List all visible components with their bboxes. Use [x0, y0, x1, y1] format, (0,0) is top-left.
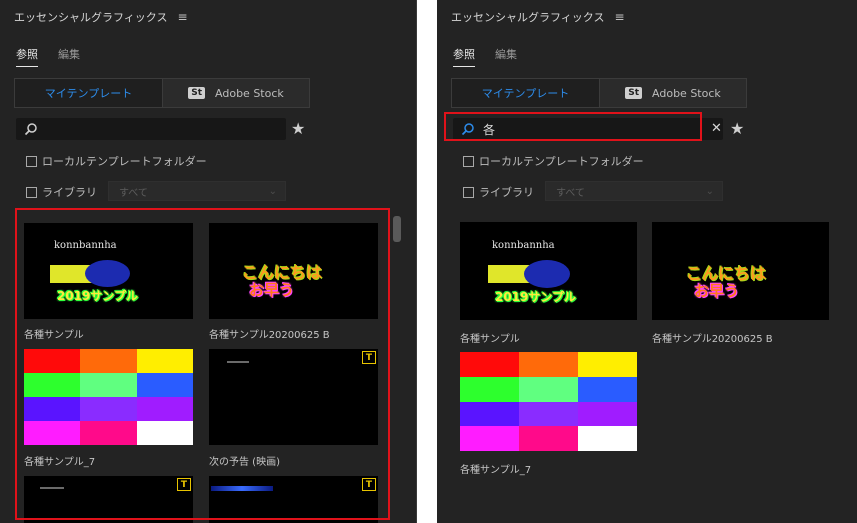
color-swatch: [460, 401, 519, 427]
color-swatch: [578, 376, 637, 402]
local-folder-checkbox[interactable]: [26, 155, 37, 167]
library-select-value: すべて: [556, 187, 585, 199]
library-select[interactable]: すべて ⌄: [108, 181, 286, 201]
source-switcher: マイテンプレート St Adobe Stock: [451, 78, 747, 108]
template-caption-1: 各種サンプル: [460, 334, 520, 345]
thumb-blue-ellipse: [524, 260, 570, 288]
panel-header: エッセンシャルグラフィックス ≡: [0, 0, 416, 34]
adobe-stock-button[interactable]: St Adobe Stock: [600, 79, 746, 107]
clear-search-icon[interactable]: ✕: [711, 121, 722, 136]
adobe-stock-icon: St: [625, 87, 643, 99]
favorites-star-icon[interactable]: ★: [291, 119, 305, 138]
library-checkbox[interactable]: [26, 186, 37, 198]
chevron-down-icon: ⌄: [268, 185, 277, 197]
library-select[interactable]: すべて ⌄: [545, 181, 723, 201]
color-swatch: [578, 401, 637, 427]
color-swatch: [578, 426, 637, 451]
thumb-text-ohayo: お早う: [694, 282, 740, 300]
library-checkbox-row[interactable]: ライブラリ: [26, 184, 97, 200]
color-swatch: [519, 426, 578, 451]
color-swatch: [519, 352, 578, 377]
color-swatch: [460, 426, 519, 451]
local-folder-checkbox-row[interactable]: ローカルテンプレートフォルダー: [26, 153, 207, 169]
panel-menu-icon[interactable]: ≡: [614, 10, 624, 24]
search-input[interactable]: [16, 118, 286, 140]
adobe-stock-icon: St: [188, 87, 206, 99]
tab-edit[interactable]: 編集: [58, 46, 80, 67]
panel-tabs: 参照 編集: [453, 46, 517, 67]
local-folder-label: ローカルテンプレートフォルダー: [479, 155, 644, 168]
essential-graphics-panel-right: エッセンシャルグラフィックス ≡ 参照 編集 マイテンプレート St Adobe…: [437, 0, 857, 523]
adobe-stock-label: Adobe Stock: [652, 86, 721, 100]
my-templates-button[interactable]: マイテンプレート: [452, 79, 600, 107]
tab-browse[interactable]: 参照: [453, 46, 475, 67]
divider-gap: [418, 0, 437, 523]
local-folder-label: ローカルテンプレートフォルダー: [42, 155, 207, 168]
highlight-box-templates: [15, 208, 390, 520]
library-checkbox[interactable]: [463, 186, 474, 198]
my-templates-button[interactable]: マイテンプレート: [15, 79, 163, 107]
essential-graphics-panel-left: エッセンシャルグラフィックス ≡ 参照 編集 マイテンプレート St Adobe…: [0, 0, 417, 523]
library-label: ライブラリ: [479, 186, 534, 199]
library-label: ライブラリ: [42, 186, 97, 199]
color-swatch: [460, 376, 519, 402]
template-thumbnail-1[interactable]: konnbannha 2019サンプル: [460, 222, 637, 320]
tab-browse[interactable]: 参照: [16, 46, 38, 67]
template-thumbnail-3[interactable]: [460, 352, 637, 451]
panel-title: エッセンシャルグラフィックス: [451, 11, 605, 24]
local-folder-checkbox[interactable]: [463, 155, 474, 167]
template-thumbnail-2[interactable]: こんにちは お早う: [652, 222, 829, 320]
search-icon: [24, 123, 37, 136]
panel-title: エッセンシャルグラフィックス: [14, 11, 168, 24]
color-swatch: [578, 352, 637, 377]
color-swatch: [519, 376, 578, 402]
source-switcher: マイテンプレート St Adobe Stock: [14, 78, 310, 108]
favorites-star-icon[interactable]: ★: [730, 119, 744, 138]
local-folder-checkbox-row[interactable]: ローカルテンプレートフォルダー: [463, 153, 644, 169]
scrollbar-thumb[interactable]: [393, 216, 401, 242]
chevron-down-icon: ⌄: [705, 185, 714, 197]
highlight-box-search: [444, 112, 702, 141]
template-caption-2: 各種サンプル20200625 B: [652, 334, 773, 345]
tab-edit[interactable]: 編集: [495, 46, 517, 67]
color-swatch: [519, 401, 578, 427]
panel-header: エッセンシャルグラフィックス ≡: [437, 0, 857, 34]
adobe-stock-button[interactable]: St Adobe Stock: [163, 79, 309, 107]
panel-menu-icon[interactable]: ≡: [177, 10, 187, 24]
library-checkbox-row[interactable]: ライブラリ: [463, 184, 534, 200]
color-swatch: [460, 352, 519, 377]
template-caption-3: 各種サンプル_7: [460, 465, 532, 476]
adobe-stock-label: Adobe Stock: [215, 86, 284, 100]
panel-tabs: 参照 編集: [16, 46, 80, 67]
library-select-value: すべて: [119, 187, 148, 199]
thumb-text-2019: 2019サンプル: [495, 290, 577, 304]
thumb-text-konbanha: konnbannha: [492, 240, 555, 251]
